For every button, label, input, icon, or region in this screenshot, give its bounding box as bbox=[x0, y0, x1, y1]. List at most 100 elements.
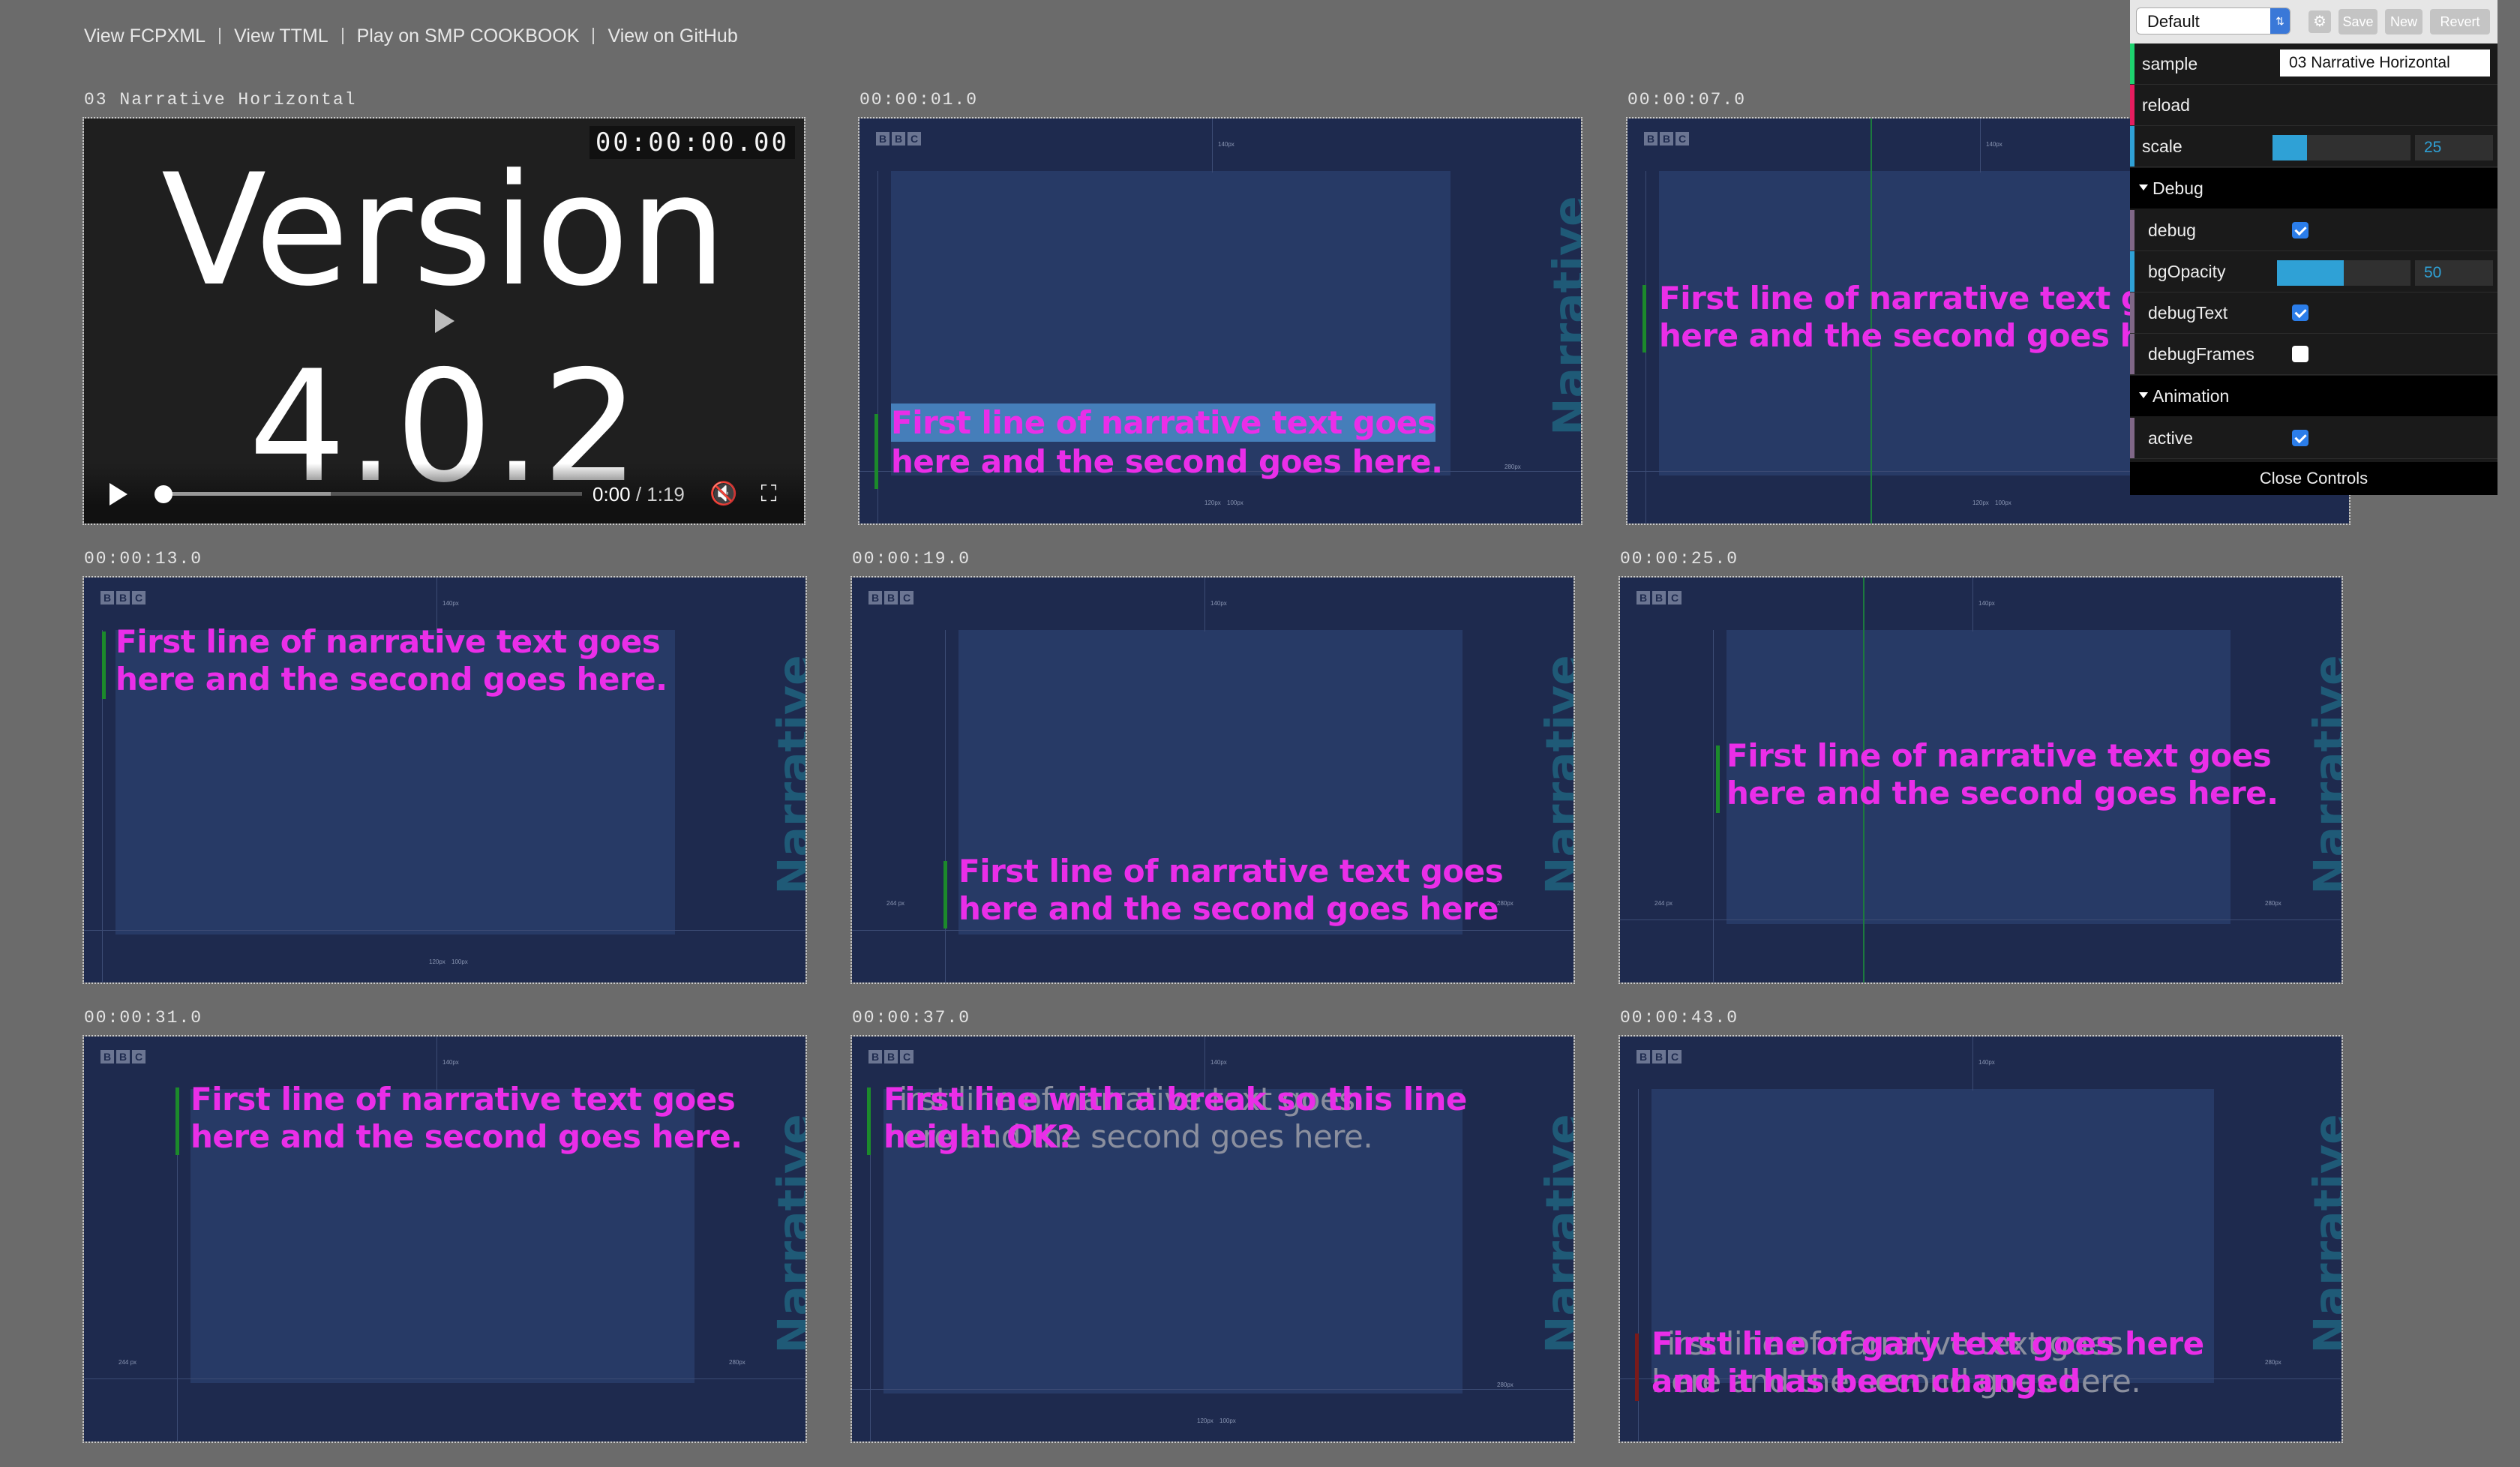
view-on-github-link[interactable]: View on GitHub bbox=[608, 26, 737, 47]
preview-frame: BBC 140px 120px 100px 280px Narrative Fi… bbox=[858, 117, 1582, 525]
preset-bar: Default ⇅ ⚙ Save New Revert bbox=[2130, 0, 2498, 44]
bbc-logo: BBC bbox=[100, 1050, 146, 1064]
play-smp-cookbook-link[interactable]: Play on SMP COOKBOOK bbox=[357, 26, 580, 47]
type-bar bbox=[2130, 126, 2134, 166]
caption-line: First line of narrative text goes bbox=[190, 1081, 736, 1118]
animation-folder-title: Animation bbox=[2152, 386, 2230, 406]
debug-folder-title: Debug bbox=[2152, 178, 2204, 198]
scale-label: scale bbox=[2142, 136, 2182, 156]
frame-label: 00:00:07.0 bbox=[1628, 90, 1747, 110]
play-icon[interactable] bbox=[110, 483, 128, 506]
type-bar bbox=[2130, 85, 2134, 125]
duration: / 1:19 bbox=[635, 483, 685, 506]
caption-line: height OK? bbox=[884, 1118, 1076, 1155]
narrative-side-label: Narrative bbox=[1536, 1114, 1574, 1354]
reload-row[interactable]: reload bbox=[2130, 85, 2498, 126]
preview-frame: BBC 140px 120px 100px Narrative First li… bbox=[82, 576, 807, 984]
close-controls-button[interactable]: Close Controls bbox=[2130, 462, 2498, 495]
debugframes-checkbox[interactable] bbox=[2292, 346, 2308, 362]
mute-icon[interactable]: 🔇 bbox=[710, 480, 738, 508]
ruler-label: 140px bbox=[442, 1059, 459, 1066]
sample-input[interactable]: 03 Narrative Horizontal bbox=[2280, 50, 2490, 76]
ruler-label: 280px bbox=[2265, 1359, 2282, 1366]
ruler-label: 280px bbox=[1497, 1382, 1514, 1388]
ruler-label: 244 px bbox=[1654, 900, 1673, 907]
ruler-label: 120px bbox=[429, 958, 446, 965]
narrative-side-label: Narrative bbox=[1536, 655, 1574, 895]
folder-open-icon bbox=[2139, 392, 2148, 398]
scale-row: scale 25 bbox=[2130, 126, 2498, 167]
ruler-label: 280px bbox=[2265, 900, 2282, 907]
ruler-label: 244 px bbox=[118, 1359, 137, 1366]
bgopacity-slider[interactable] bbox=[2277, 260, 2410, 286]
ruler-label: 120px bbox=[1972, 500, 1989, 506]
ruler-label: 140px bbox=[1986, 141, 2002, 148]
caption-marker bbox=[867, 1088, 871, 1155]
new-button[interactable]: New bbox=[2385, 9, 2422, 34]
narrative-side-label: Narrative bbox=[2304, 1114, 2342, 1354]
active-checkbox[interactable] bbox=[2292, 430, 2308, 446]
seek-handle[interactable] bbox=[154, 485, 172, 503]
caption-line: First line of narrative text goes bbox=[891, 404, 1436, 442]
save-button[interactable]: Save bbox=[2338, 9, 2378, 34]
revert-button[interactable]: Revert bbox=[2430, 9, 2490, 34]
preview-frame: BBC 140px 280px Narrative First line of … bbox=[1618, 1035, 2343, 1443]
play-overlay-icon[interactable] bbox=[435, 309, 454, 333]
fullscreen-icon[interactable]: ⛶ bbox=[754, 480, 783, 508]
scale-slider[interactable] bbox=[2272, 135, 2410, 160]
preview-frame: BBC 140px 244 px 280px Narrative First l… bbox=[1618, 576, 2343, 984]
debug-label: debug bbox=[2148, 220, 2196, 240]
type-bar bbox=[2130, 292, 2134, 333]
frame-label: 00:00:13.0 bbox=[84, 549, 203, 568]
active-row: active bbox=[2130, 418, 2498, 459]
nav-separator bbox=[592, 28, 595, 44]
caption-marker bbox=[944, 861, 947, 928]
bbc-logo: BBC bbox=[868, 1050, 914, 1064]
bbc-logo: BBC bbox=[1636, 1050, 1682, 1064]
view-fcpxml-link[interactable]: View FCPXML bbox=[84, 26, 206, 47]
bgopacity-number-input[interactable]: 50 bbox=[2415, 260, 2493, 286]
view-ttml-link[interactable]: View TTML bbox=[234, 26, 328, 47]
debugtext-checkbox[interactable] bbox=[2292, 304, 2308, 321]
bbc-logo: BBC bbox=[876, 132, 921, 146]
ruler-label: 140px bbox=[1210, 1059, 1227, 1066]
ruler-label: 100px bbox=[1227, 500, 1244, 506]
scale-number-input[interactable]: 25 bbox=[2415, 135, 2493, 160]
frame-label: 00:00:25.0 bbox=[1620, 549, 1739, 568]
ruler-label: 280px bbox=[1504, 464, 1521, 470]
preview-frame: BBC 140px 244 px 280px Narrative First l… bbox=[850, 576, 1575, 984]
preset-value: Default bbox=[2147, 12, 2200, 31]
time-display: 0:00 / 1:19 bbox=[592, 483, 685, 506]
current-time: 0:00 bbox=[592, 483, 631, 506]
bgopacity-row: bgOpacity 50 bbox=[2130, 251, 2498, 292]
caption-line: and it has been changed bbox=[1652, 1363, 2080, 1400]
reload-button[interactable]: reload bbox=[2142, 85, 2190, 125]
top-nav: View FCPXML View TTML Play on SMP COOKBO… bbox=[84, 22, 738, 50]
sample-label: sample bbox=[2142, 54, 2198, 74]
frame-label: 00:00:31.0 bbox=[84, 1008, 203, 1028]
ruler-label: 140px bbox=[1210, 600, 1227, 607]
caption-line: First line of gary text goes here bbox=[1652, 1325, 2204, 1362]
preset-select[interactable]: Default ⇅ bbox=[2136, 8, 2290, 34]
sample-row: sample 03 Narrative Horizontal bbox=[2130, 44, 2498, 85]
ruler-label: 140px bbox=[1978, 600, 1995, 607]
caption-line: here and the second goes here. bbox=[190, 1118, 742, 1155]
frame-label: 00:00:43.0 bbox=[1620, 1008, 1739, 1028]
caption-line: here and the second goes here. bbox=[891, 443, 1443, 480]
buffered-bar bbox=[164, 492, 332, 496]
bbc-logo: BBC bbox=[1644, 132, 1689, 146]
seek-bar[interactable] bbox=[164, 492, 582, 496]
debug-folder[interactable]: Debug bbox=[2130, 168, 2498, 208]
caption-marker bbox=[1642, 285, 1646, 352]
bbc-logo: BBC bbox=[100, 591, 146, 604]
caption-line: here and the second goes here. bbox=[1726, 775, 2278, 812]
caption-line: here and the second goes here. bbox=[116, 661, 668, 698]
video-title-line1: Version bbox=[161, 142, 727, 320]
animation-folder[interactable]: Animation bbox=[2130, 376, 2498, 416]
debug-checkbox[interactable] bbox=[2292, 222, 2308, 238]
gear-icon[interactable]: ⚙ bbox=[2308, 10, 2331, 33]
ruler-label: 280px bbox=[729, 1359, 746, 1366]
bbc-logo: BBC bbox=[1636, 591, 1682, 604]
debug-row: debug bbox=[2130, 210, 2498, 251]
video-player[interactable]: Version 4.0.2 00:00:00.00 0:00 / 1:19 🔇 … bbox=[82, 117, 806, 525]
